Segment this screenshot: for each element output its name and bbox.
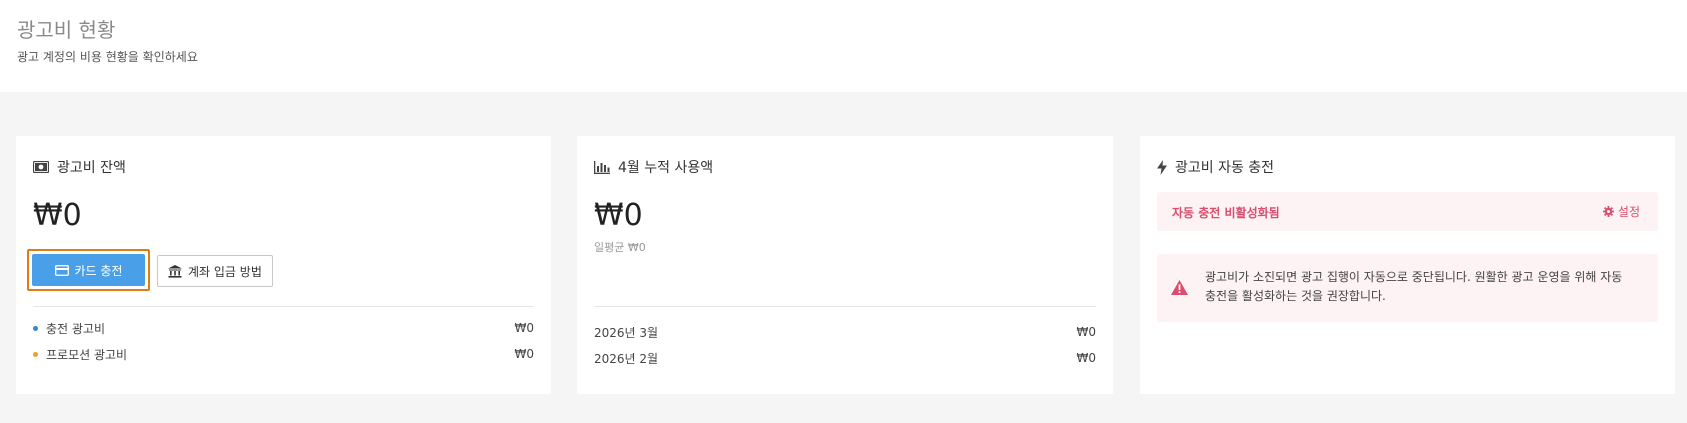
lightning-icon [1157,159,1167,175]
usage-month-label: 2026년 3월 [594,325,659,340]
auto-charge-settings-button[interactable]: 설정 [1602,203,1640,220]
page-subtitle: 광고 계정의 비용 현황을 확인하세요 [17,50,198,64]
balance-item-value: ₩0 [514,347,535,361]
auto-charge-card-title: 광고비 자동 충전 [1175,160,1275,176]
card-charge-button[interactable]: 카드 충전 [32,254,145,286]
usage-card-header: 4월 누적 사용액 [594,157,713,177]
warning-icon [1171,280,1188,295]
balance-item-label: 충전 광고비 [46,321,106,336]
auto-charge-status-banner: 자동 충전 비활성화됨 설정 [1157,192,1658,231]
usage-card-title: 4월 누적 사용액 [618,160,714,176]
usage-divider [594,306,1096,307]
auto-charge-status: 자동 충전 비활성화됨 [1172,206,1280,220]
bank-icon [168,264,182,278]
balance-amount: ₩0 [33,198,82,233]
bar-chart-icon [594,160,610,174]
balance-item-promotion: 프로모션 광고비 ₩0 [33,345,534,363]
page-header: 광고비 현황 광고 계정의 비용 현황을 확인하세요 [0,0,1687,92]
money-icon [33,161,49,173]
card-charge-highlight: 카드 충전 [27,249,150,291]
settings-label: 설정 [1617,205,1640,219]
balance-card-title: 광고비 잔액 [57,160,126,176]
usage-month-row: 2026년 3월 ₩0 [594,323,1096,341]
balance-card-header: 광고비 잔액 [33,157,126,177]
balance-card: 광고비 잔액 ₩0 카드 충전 계좌 입금 방법 충전 광고비 ₩0 프로모션 … [16,136,551,394]
gear-icon [1602,206,1614,217]
auto-charge-warning-box: 광고비가 소진되면 광고 집행이 자동으로 중단됩니다. 원활한 광고 운영을 … [1157,254,1658,322]
auto-charge-card-header: 광고비 자동 충전 [1157,157,1274,177]
auto-charge-card: 광고비 자동 충전 자동 충전 비활성화됨 설정 광고비가 소진되면 광고 집행… [1140,136,1675,394]
usage-month-row: 2026년 2월 ₩0 [594,349,1096,367]
balance-item-charged: 충전 광고비 ₩0 [33,319,534,337]
balance-item-value: ₩0 [514,321,535,335]
blue-dot-icon [33,325,38,331]
bank-deposit-label: 계좌 입금 방법 [188,264,262,279]
credit-card-icon [54,264,69,276]
balance-item-label: 프로모션 광고비 [46,347,128,362]
bank-deposit-button[interactable]: 계좌 입금 방법 [157,255,273,287]
balance-divider [33,306,534,307]
usage-card: 4월 누적 사용액 ₩0 일평균 ₩0 2026년 3월 ₩0 2026년 2월… [577,136,1113,394]
auto-charge-warning-text: 광고비가 소진되면 광고 집행이 자동으로 중단됩니다. 원활한 광고 운영을 … [1205,270,1623,303]
usage-amount: ₩0 [594,198,643,233]
orange-dot-icon [33,351,38,357]
card-charge-label: 카드 충전 [74,263,123,278]
usage-month-value: ₩0 [1076,325,1097,339]
daily-average: 일평균 ₩0 [594,241,646,254]
usage-month-value: ₩0 [1076,351,1097,365]
usage-month-label: 2026년 2월 [594,351,659,366]
page-title: 광고비 현황 [17,18,116,42]
